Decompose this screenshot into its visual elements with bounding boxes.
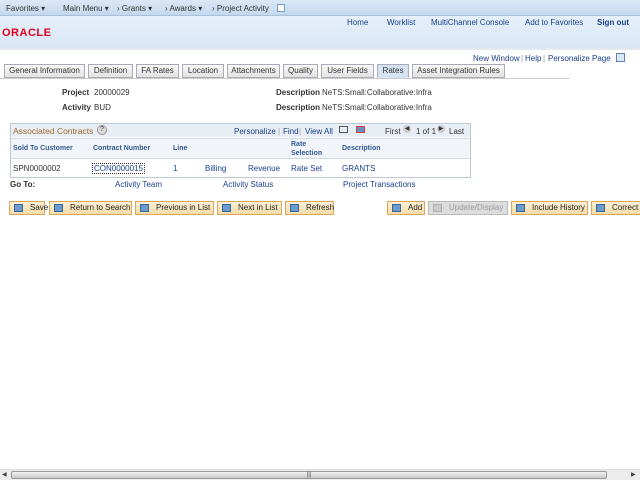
tab-attachments[interactable]: Attachments: [227, 64, 280, 78]
find-link[interactable]: Find: [283, 127, 299, 136]
add-button[interactable]: Add: [387, 201, 425, 215]
help-icon[interactable]: ?: [97, 125, 107, 135]
save-button[interactable]: Save: [9, 201, 48, 215]
col-description[interactable]: Description: [342, 145, 381, 152]
activity-description: NeTS:Small:Collaborative:Infra: [322, 103, 432, 112]
worklist-link[interactable]: Worklist: [387, 18, 415, 27]
page-settings-icon[interactable]: [616, 53, 625, 62]
revenue-link[interactable]: Revenue: [248, 164, 280, 173]
first-label[interactable]: First: [385, 127, 401, 136]
next-arrow-icon[interactable]: ▶: [437, 125, 445, 133]
refresh-icon: [290, 204, 299, 212]
tab-user-fields[interactable]: User Fields: [321, 64, 374, 78]
col-contract-number[interactable]: Contract Number: [93, 145, 150, 152]
oracle-logo: ORACLE: [2, 27, 52, 39]
project-value: 20000029: [94, 88, 130, 97]
activity-team-link[interactable]: Activity Team: [115, 180, 162, 189]
new-window-grid-icon[interactable]: [339, 126, 348, 133]
previous-in-list-button[interactable]: Previous in List: [135, 201, 214, 215]
download-icon[interactable]: [356, 126, 365, 133]
include-history-button[interactable]: Include History: [511, 201, 588, 215]
associated-contracts-grid: Associated Contracts ? Personalize | Fin…: [10, 123, 471, 178]
new-window-link[interactable]: New Window: [473, 54, 520, 63]
save-icon: [14, 204, 23, 212]
pager-text: 1 of 1: [416, 127, 437, 136]
project-description: NeTS:Small:Collaborative:Infra: [322, 88, 432, 97]
tab-definition[interactable]: Definition: [88, 64, 133, 78]
add-to-favorites-link[interactable]: Add to Favorites: [525, 18, 583, 27]
next-in-list-icon: [222, 204, 231, 212]
update-display-button: Update/Display: [428, 201, 508, 215]
activity-value: BUD: [94, 103, 111, 112]
tab-fa-rates[interactable]: FA Rates: [136, 64, 179, 78]
sign-out-link[interactable]: Sign out: [597, 18, 629, 27]
col-rate-selection[interactable]: Rate Selection: [291, 140, 331, 158]
personalize-page-link[interactable]: Personalize Page: [548, 54, 611, 63]
breadcrumb-awards[interactable]: › Awards ▾: [165, 4, 202, 13]
next-in-list-button[interactable]: Next in List: [217, 201, 282, 215]
home-link[interactable]: Home: [347, 18, 368, 27]
col-sold-to-customer[interactable]: Sold To Customer: [13, 145, 73, 152]
help-link[interactable]: Help: [525, 54, 541, 63]
line-link[interactable]: 1: [173, 164, 177, 173]
top-nav-bar: Favorites ▾ Main Menu ▾ › Grants ▾ › Awa…: [0, 0, 640, 16]
divider: |: [278, 127, 281, 136]
main-menu[interactable]: Main Menu ▾: [63, 4, 109, 13]
divider: |: [299, 127, 302, 136]
scrollbar-thumb[interactable]: |||: [11, 471, 607, 479]
col-line[interactable]: Line: [173, 145, 187, 152]
last-label[interactable]: Last: [449, 127, 464, 136]
sold-to-customer-cell: SPN0000002: [13, 164, 61, 173]
divider: |: [521, 54, 524, 63]
scroll-right-icon[interactable]: ▶: [631, 471, 636, 478]
contract-number-link[interactable]: CON0000015: [92, 163, 145, 174]
activity-status-link[interactable]: Activity Status: [223, 180, 273, 189]
add-icon: [392, 204, 401, 212]
tab-location[interactable]: Location: [182, 64, 224, 78]
refresh-button[interactable]: Refresh: [285, 201, 334, 215]
project-transactions-link[interactable]: Project Transactions: [343, 180, 415, 189]
tab-asset-integration-rules[interactable]: Asset Integration Rules: [412, 64, 505, 78]
activity-label: Activity: [62, 103, 91, 112]
return-to-search-button[interactable]: Return to Search: [49, 201, 132, 215]
horizontal-scrollbar[interactable]: ◀ ||| ▶: [0, 469, 640, 480]
billing-link[interactable]: Billing: [205, 164, 226, 173]
update-display-icon: [433, 204, 442, 212]
favorites-menu[interactable]: Favorites ▾: [6, 4, 45, 13]
previous-in-list-icon: [140, 204, 149, 212]
include-history-icon: [516, 204, 525, 212]
tab-quality[interactable]: Quality: [283, 64, 318, 78]
previous-arrow-icon[interactable]: ◀: [403, 125, 411, 133]
personalize-link[interactable]: Personalize: [234, 127, 276, 136]
column-header-row: [11, 138, 470, 159]
scroll-left-icon[interactable]: ◀: [2, 471, 7, 478]
breadcrumb-project-activity[interactable]: › Project Activity: [212, 4, 269, 13]
project-description-label: Description: [276, 88, 321, 97]
description-link[interactable]: GRANTS: [342, 164, 375, 173]
return-to-search-icon: [54, 204, 63, 212]
divider: |: [543, 54, 546, 63]
search-icon[interactable]: [277, 4, 285, 12]
project-label: Project: [62, 88, 90, 97]
view-all-link[interactable]: View All: [305, 127, 333, 136]
grid-title: Associated Contracts: [13, 126, 94, 136]
correct-history-icon: [596, 204, 605, 212]
tab-general-information[interactable]: General Information: [4, 64, 85, 78]
rate-set-link[interactable]: Rate Set: [291, 164, 322, 173]
correct-history-button[interactable]: Correct History: [591, 201, 640, 215]
tab-underline: [0, 78, 570, 79]
multichannel-console-link[interactable]: MultiChannel Console: [431, 18, 509, 27]
breadcrumb-grants[interactable]: › Grants ▾: [117, 4, 152, 13]
activity-description-label: Description: [276, 103, 321, 112]
goto-label: Go To:: [10, 180, 36, 189]
tab-rates[interactable]: Rates: [377, 64, 409, 78]
